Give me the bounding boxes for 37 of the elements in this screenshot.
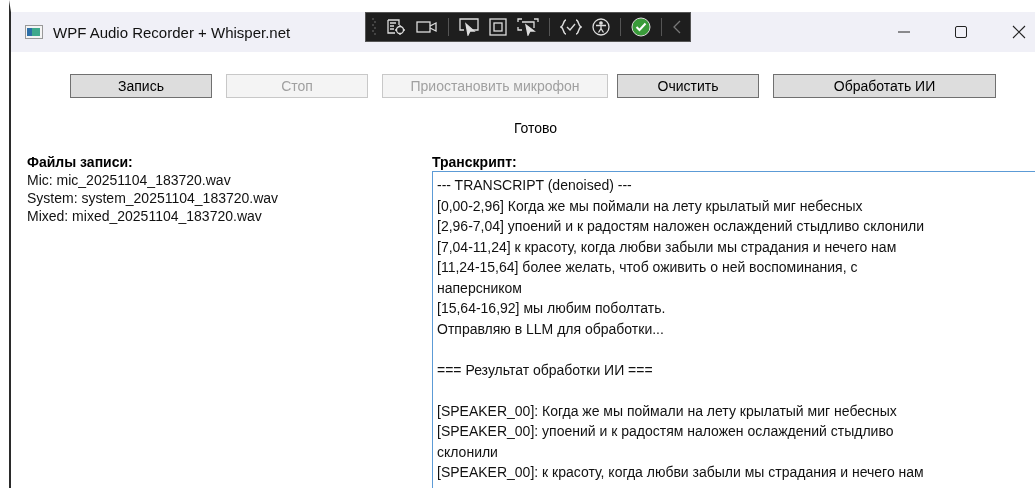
status-text: Готово	[512, 120, 559, 136]
file-path-text: Mixed: mixed_20251104_183720.wav	[27, 207, 263, 225]
accessibility-icon[interactable]	[592, 18, 610, 36]
transcript-line: === Результат обработки ИИ ===	[437, 360, 654, 380]
live-tree-icon[interactable]	[386, 18, 406, 36]
transcript-line: [SPEAKER_00]: упоений и к радостям наложен ослаждений стыдливо	[437, 422, 895, 441]
transcript-line: [11,24-15,64] более желать, чтоб оживить о ней воспоминания, с	[437, 258, 859, 277]
action-button[interactable]: Очистить	[617, 74, 759, 98]
file-path-text: System: system_20251104_183720.wav	[27, 189, 280, 207]
action-button[interactable]: Обработать ИИ	[773, 74, 996, 98]
camera-icon[interactable]	[416, 20, 438, 34]
transcript-line: [15,64-16,92] мы любим поболтать.	[437, 299, 667, 318]
grip-icon	[372, 17, 376, 37]
maximize-icon[interactable]	[954, 25, 968, 39]
transcript-line: [SPEAKER_00]: Когда же мы поймали на лету крылатый миг небесных	[437, 401, 898, 421]
transcript-line: [7,04-11,24] к красоту, когда любви забыли мы страдания и нечего нам	[437, 237, 898, 257]
close-icon[interactable]	[1011, 24, 1027, 40]
adorner-icon[interactable]	[489, 18, 507, 36]
app-icon	[25, 25, 43, 39]
window-title: WPF Audio Recorder + Whisper.net	[53, 23, 292, 41]
action-button[interactable]: Запись	[70, 74, 212, 98]
files-heading: Файлы записи:	[27, 154, 134, 171]
status-check-icon[interactable]	[631, 17, 651, 37]
transcript-line: --- TRANSCRIPT (denoised) ---	[437, 176, 633, 195]
binding-icon[interactable]	[560, 18, 582, 36]
transcript-heading: Транскрипт:	[432, 154, 518, 171]
track-focus-icon[interactable]	[517, 18, 539, 36]
transcript-box[interactable]	[432, 171, 1035, 488]
transcript-line: склонили	[437, 442, 499, 462]
transcript-line: Отправляю в LLM для обработки...	[437, 319, 665, 339]
transcript-line: наперсником	[437, 278, 523, 298]
transcript-line: [0,00-2,96] Когда же мы поймали на лету крылатый миг небесных	[437, 196, 864, 216]
transcript-line: [SPEAKER_00]: к красоту, когда любви забыли мы страдания и нечего нам	[437, 463, 925, 482]
select-element-icon[interactable]	[459, 18, 479, 36]
collapse-icon[interactable]	[672, 19, 682, 35]
transcript-line: [2,96-7,04] упоений и к радостям наложен ослаждений стыдливо склонили	[437, 217, 926, 236]
file-path-text: Mic: mic_20251104_183720.wav	[27, 171, 232, 189]
